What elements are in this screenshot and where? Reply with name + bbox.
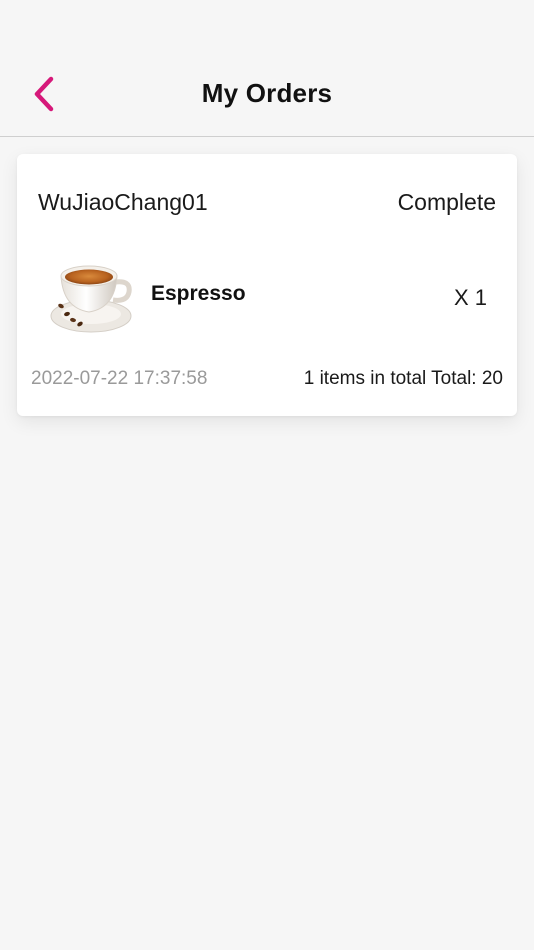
header-bar: My Orders: [0, 0, 534, 137]
product-quantity: X 1: [453, 285, 487, 310]
order-status: Complete: [397, 189, 496, 215]
order-summary: 1 items in total Total: 20: [303, 368, 503, 389]
coffee-cup-icon: [47, 254, 137, 338]
order-timestamp: 2022-07-22 17:37:58: [31, 368, 208, 389]
store-name: WuJiaoChang01: [38, 189, 208, 215]
order-card[interactable]: WuJiaoChang01 Complete Espresso X 1 2022…: [17, 154, 517, 416]
page-title: My Orders: [201, 78, 333, 108]
product-name: Espresso: [151, 282, 246, 305]
